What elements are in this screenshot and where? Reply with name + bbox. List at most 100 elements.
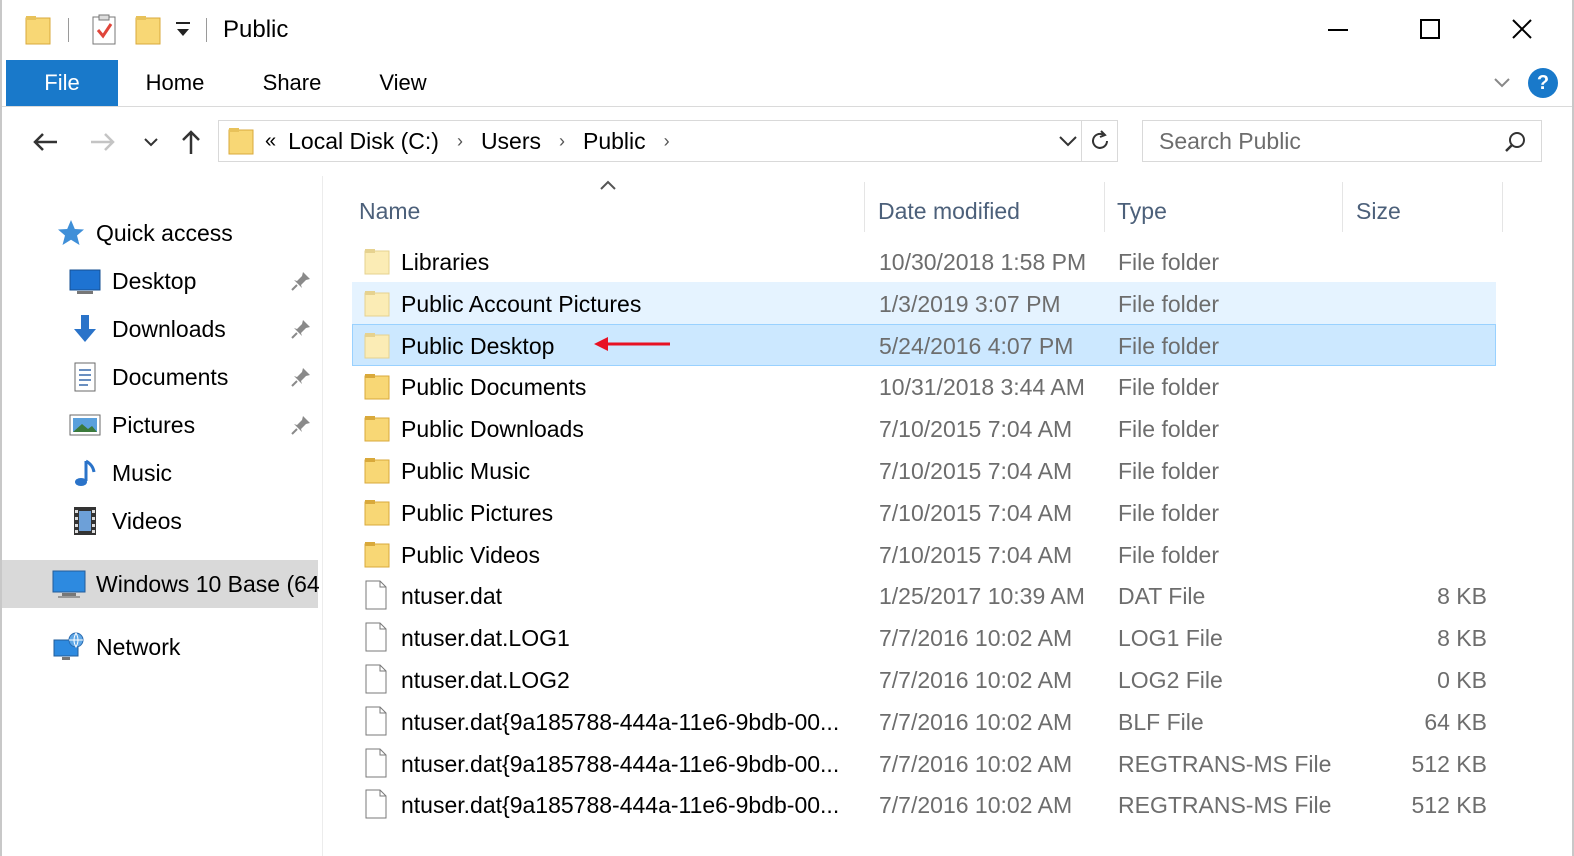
- close-button[interactable]: [1476, 0, 1568, 58]
- tab-home[interactable]: Home: [126, 60, 224, 106]
- file-row[interactable]: ntuser.dat{9a185788-444a-11e6-9bdb-00...…: [352, 783, 1496, 825]
- maximize-icon: [1420, 19, 1440, 39]
- forward-button[interactable]: [84, 122, 122, 162]
- recent-locations-button[interactable]: [138, 122, 164, 162]
- customize-toolbar-icon[interactable]: [174, 20, 192, 45]
- sidebar-item-label: Pictures: [112, 411, 196, 438]
- column-header-type[interactable]: Type: [1117, 188, 1167, 234]
- file-date-modified: 7/7/2016 10:02 AM: [879, 625, 1073, 652]
- file-date-modified: 1/25/2017 10:39 AM: [879, 583, 1085, 610]
- downloads-icon: [68, 312, 102, 346]
- folder-icon: [227, 126, 255, 156]
- refresh-icon: [1091, 130, 1108, 149]
- file-row[interactable]: ntuser.dat.LOG2 7/7/2016 10:02 AM LOG2 Fil…: [352, 658, 1496, 700]
- file-row[interactable]: Public Account Pictures 1/3/2019 3:07 PM F…: [352, 281, 1496, 324]
- chevron-right-icon[interactable]: ›: [457, 131, 463, 152]
- properties-icon[interactable]: [90, 14, 118, 51]
- file-name: Libraries: [401, 249, 490, 275]
- sidebar-item-label: Quick access: [96, 219, 233, 246]
- sidebar-item-documents[interactable]: Documents: [2, 354, 318, 400]
- address-dropdown-icon[interactable]: [1057, 130, 1079, 157]
- file-size: 64 KB: [1424, 708, 1487, 735]
- minimize-icon: [1328, 29, 1348, 31]
- sidebar-item-videos[interactable]: Videos: [2, 498, 318, 544]
- address-bar[interactable]: « Local Disk (C:) › Users › Public ›: [218, 120, 1082, 162]
- file-type: BLF File: [1118, 708, 1204, 735]
- file-row[interactable]: ntuser.dat{9a185788-444a-11e6-9bdb-00...…: [352, 742, 1496, 784]
- file-type: REGTRANS-MS File: [1118, 792, 1332, 819]
- file-row[interactable]: Libraries 10/30/2018 1:58 PM File folder: [352, 240, 1496, 282]
- file-row[interactable]: Public Pictures 7/10/2015 7:04 AM File fol…: [352, 491, 1496, 533]
- sidebar-item-downloads[interactable]: Downloads: [2, 306, 318, 352]
- file-row[interactable]: ntuser.dat{9a185788-444a-11e6-9bdb-00...…: [352, 700, 1496, 742]
- file-name: Public Pictures: [401, 499, 554, 526]
- title-bar: Public: [2, 0, 1572, 60]
- file-row[interactable]: ntuser.dat.LOG1 7/7/2016 10:02 AM LOG1 Fil…: [352, 616, 1496, 658]
- folder-icon: [363, 497, 391, 527]
- file-type: File folder: [1118, 249, 1219, 275]
- sidebar-item-music[interactable]: Music: [2, 450, 318, 496]
- sidebar-item-pictures[interactable]: Pictures: [2, 402, 318, 448]
- file-type: File folder: [1118, 499, 1219, 526]
- folder-icon[interactable]: [24, 14, 52, 51]
- sidebar-item-desktop[interactable]: Desktop: [2, 258, 318, 304]
- sidebar-item-label: Videos: [112, 507, 182, 534]
- tab-file[interactable]: File: [6, 60, 118, 106]
- breadcrumb-public[interactable]: Public: [583, 128, 646, 155]
- file-name: Public Downloads: [401, 416, 584, 443]
- column-divider[interactable]: [1342, 182, 1343, 232]
- chevron-right-icon[interactable]: ›: [559, 131, 565, 152]
- up-button[interactable]: [172, 122, 210, 162]
- file-row[interactable]: Public Downloads 7/10/2015 7:04 AM File fo…: [352, 407, 1496, 449]
- breadcrumb-users[interactable]: Users: [481, 128, 541, 155]
- tab-view[interactable]: View: [360, 60, 446, 106]
- search-box[interactable]: [1142, 120, 1542, 162]
- file-date-modified: 7/7/2016 10:02 AM: [879, 792, 1073, 819]
- new-folder-icon[interactable]: [134, 14, 162, 51]
- minimize-button[interactable]: [1292, 0, 1384, 58]
- file-name: ntuser.dat.LOG1: [401, 625, 570, 652]
- pane-divider[interactable]: [322, 176, 323, 856]
- pin-icon[interactable]: [290, 414, 312, 442]
- ribbon: File Home Share View ?: [2, 60, 1572, 107]
- file-date-modified: 10/31/2018 3:44 AM: [879, 374, 1085, 401]
- file-size: 8 KB: [1437, 583, 1487, 610]
- sidebar-item-this-pc[interactable]: Windows 10 Base (64: [2, 560, 320, 608]
- column-header-date[interactable]: Date modified: [878, 188, 1020, 234]
- desktop-icon: [68, 264, 102, 298]
- sidebar-item-network[interactable]: Network: [2, 624, 318, 670]
- pin-icon[interactable]: [290, 366, 312, 394]
- help-icon[interactable]: ?: [1528, 68, 1558, 98]
- refresh-button[interactable]: [1082, 120, 1118, 162]
- pin-icon[interactable]: [290, 318, 312, 346]
- file-row[interactable]: Public Documents 10/31/2018 3:44 AM File f…: [352, 365, 1496, 407]
- file-row[interactable]: Public Desktop 5/24/2016 4:07 PM File fold…: [352, 323, 1496, 366]
- file-size: 0 KB: [1437, 667, 1487, 693]
- breadcrumb-overflow[interactable]: «: [265, 130, 276, 153]
- maximize-button[interactable]: [1384, 0, 1476, 58]
- column-divider[interactable]: [864, 182, 865, 232]
- chevron-right-icon[interactable]: ›: [664, 131, 670, 152]
- expand-ribbon-icon[interactable]: [1492, 72, 1512, 97]
- column-header-name[interactable]: Name: [359, 188, 420, 234]
- tab-share[interactable]: Share: [246, 60, 338, 106]
- file-row[interactable]: ntuser.dat 1/25/2017 10:39 AM DAT File 8 KB: [352, 574, 1496, 616]
- file-date-modified: 10/30/2018 1:58 PM: [879, 249, 1087, 275]
- file-row[interactable]: Public Videos 7/10/2015 7:04 AM File folde…: [352, 533, 1496, 575]
- column-header-size[interactable]: Size: [1356, 188, 1401, 234]
- file-row[interactable]: Public Music 7/10/2015 7:04 AM File folder: [352, 449, 1496, 491]
- column-divider[interactable]: [1104, 182, 1105, 232]
- file-icon: [363, 748, 391, 778]
- file-date-modified: 7/7/2016 10:02 AM: [879, 708, 1073, 735]
- sidebar-item-quick-access[interactable]: Quick access: [2, 210, 318, 256]
- file-type: File folder: [1118, 290, 1219, 317]
- back-button[interactable]: [26, 122, 64, 162]
- sort-ascending-icon: [599, 178, 617, 196]
- breadcrumb-local-disk[interactable]: Local Disk (C:): [288, 128, 439, 155]
- forward-arrow-icon: [91, 133, 115, 151]
- search-input[interactable]: [1143, 127, 1483, 155]
- column-divider[interactable]: [1502, 182, 1503, 232]
- pin-icon[interactable]: [290, 270, 312, 298]
- search-icon[interactable]: [1503, 130, 1527, 159]
- file-size: 512 KB: [1411, 750, 1487, 777]
